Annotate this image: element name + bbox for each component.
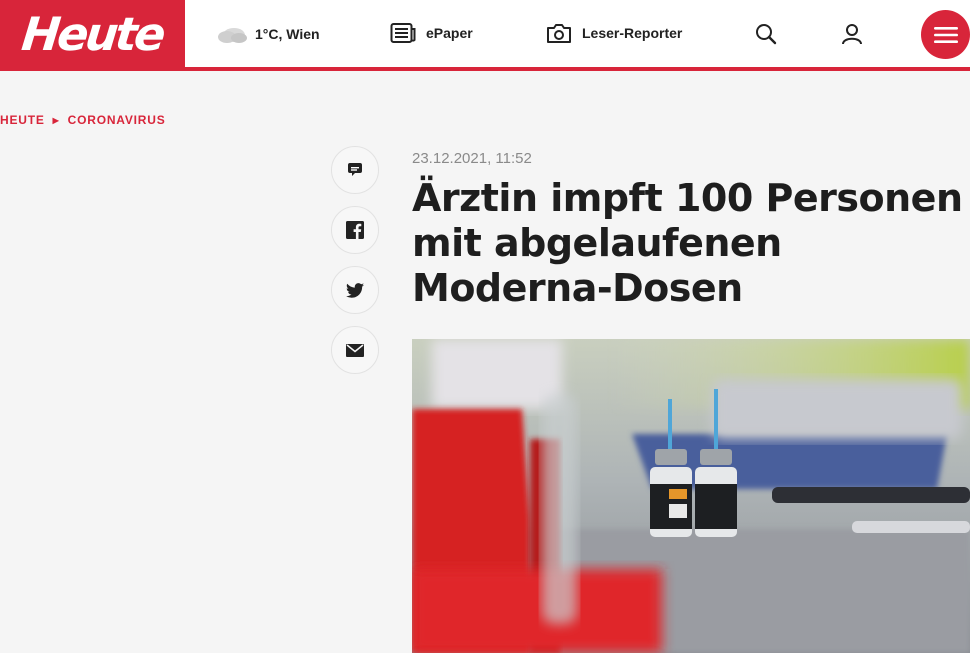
comment-icon bbox=[348, 163, 362, 176]
article-title: Ärztin impft 100 Personen mit abgelaufen… bbox=[412, 176, 963, 310]
camera-icon bbox=[547, 24, 571, 43]
weather-label: 1°C, Wien bbox=[255, 26, 320, 42]
site-logo[interactable]: Heute bbox=[0, 0, 185, 67]
facebook-share-button[interactable] bbox=[331, 206, 379, 254]
article-date: 23.12.2021, 11:52 bbox=[412, 150, 532, 167]
search-icon bbox=[756, 24, 777, 45]
epaper-link[interactable]: ePaper bbox=[390, 22, 473, 44]
article-hero-image bbox=[412, 339, 970, 653]
mail-share-button[interactable] bbox=[331, 326, 379, 374]
user-icon bbox=[842, 24, 862, 45]
leser-reporter-label: Leser-Reporter bbox=[582, 25, 683, 41]
account-button[interactable] bbox=[838, 20, 866, 48]
breadcrumb-arrow-icon: ▶ bbox=[52, 115, 60, 125]
search-button[interactable] bbox=[752, 20, 780, 48]
breadcrumb-home[interactable]: HEUTE bbox=[0, 113, 45, 127]
cloud-icon bbox=[218, 28, 247, 43]
menu-icon bbox=[933, 26, 958, 43]
facebook-icon bbox=[346, 221, 364, 239]
site-header: Heute 1°C, Wien ePaper Leser-Reporter bbox=[0, 0, 970, 71]
breadcrumb-category[interactable]: CORONAVIRUS bbox=[68, 113, 166, 127]
breadcrumb: HEUTE ▶ CORONAVIRUS bbox=[0, 113, 166, 127]
leser-reporter-link[interactable]: Leser-Reporter bbox=[546, 22, 682, 44]
vaccine-vials-photo bbox=[412, 339, 970, 653]
epaper-label: ePaper bbox=[426, 25, 473, 41]
logo-text: Heute bbox=[19, 6, 166, 61]
twitter-icon bbox=[346, 282, 364, 298]
menu-button[interactable] bbox=[921, 10, 970, 59]
comment-button[interactable] bbox=[331, 146, 379, 194]
newspaper-icon bbox=[390, 23, 416, 43]
twitter-share-button[interactable] bbox=[331, 266, 379, 314]
weather-widget[interactable]: 1°C, Wien bbox=[213, 23, 320, 45]
mail-icon bbox=[346, 343, 364, 357]
